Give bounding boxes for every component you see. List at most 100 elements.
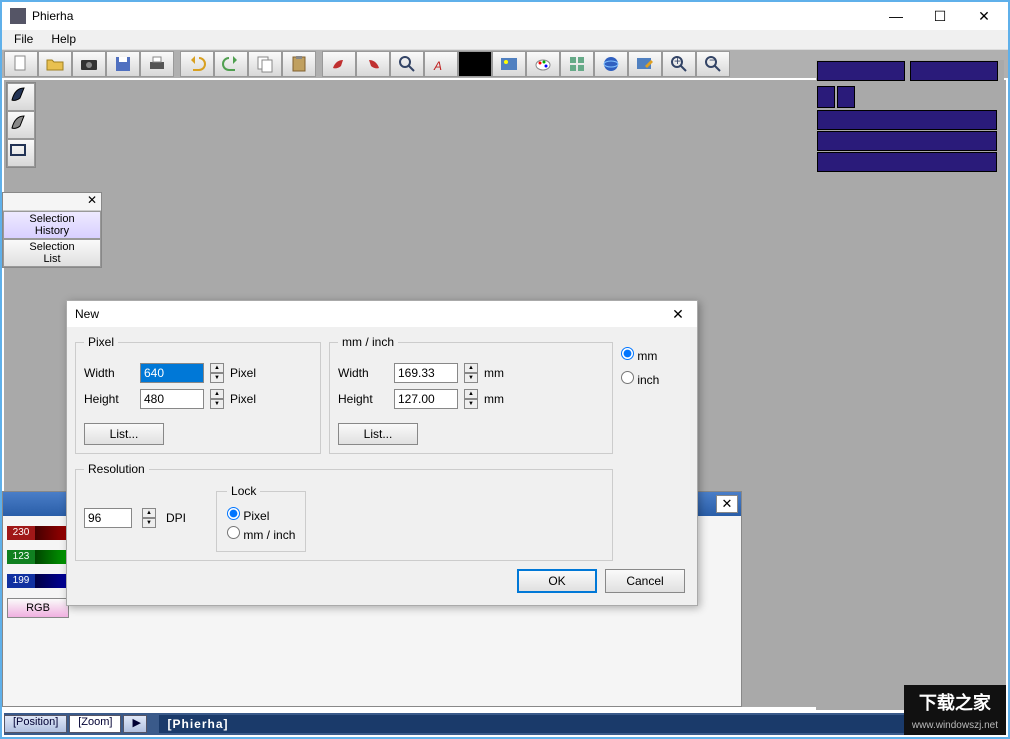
globe-button[interactable]	[594, 51, 628, 77]
pixel-legend: Pixel	[84, 335, 118, 349]
width-px-input[interactable]	[140, 363, 204, 383]
dpi-spinner[interactable]: ▲▼	[142, 508, 156, 528]
cancel-button[interactable]: Cancel	[605, 569, 685, 593]
close-icon[interactable]: ✕	[667, 306, 689, 323]
layer-block[interactable]	[817, 131, 997, 151]
width-label: Width	[84, 366, 134, 380]
layers-panel	[816, 60, 1004, 710]
layer-block[interactable]	[817, 86, 835, 108]
new-dialog: New ✕ Pixel Width ▲▼ Pixel Height ▲▼ Pix…	[66, 300, 698, 606]
dpi-input[interactable]	[84, 508, 132, 528]
unit-radio-group: mm inch	[621, 335, 701, 454]
width-label: Width	[338, 366, 388, 380]
minimize-button[interactable]: —	[874, 3, 918, 29]
statusbar: [Position] [Zoom] ▶ [Phierha]	[4, 713, 1006, 735]
height-px-spinner[interactable]: ▲▼	[210, 389, 224, 409]
selection-history-button[interactable]: Selection History	[3, 211, 101, 239]
height-px-input[interactable]	[140, 389, 204, 409]
watermark: 下载之家 www.windowszj.net	[904, 685, 1006, 735]
app-title: Phierha	[32, 9, 874, 23]
rectangle-tool[interactable]	[7, 139, 35, 167]
zoom-tool-button[interactable]	[390, 51, 424, 77]
close-icon[interactable]: ✕	[716, 495, 738, 513]
layer-block[interactable]	[817, 110, 997, 130]
grid-button[interactable]	[560, 51, 594, 77]
mm-fieldset: mm / inch Width ▲▼ mm Height ▲▼ mm List.…	[329, 335, 613, 454]
pixel-list-button[interactable]: List...	[84, 423, 164, 445]
height-mm-spinner[interactable]: ▲▼	[464, 389, 478, 409]
redo-button[interactable]	[214, 51, 248, 77]
svg-text:+: +	[674, 54, 681, 68]
menu-file[interactable]: File	[6, 30, 41, 49]
height-mm-input[interactable]	[394, 389, 458, 409]
selection-panel: ✕ Selection History Selection List	[2, 192, 102, 268]
close-button[interactable]: ✕	[962, 3, 1006, 29]
mm-unit: mm	[484, 366, 518, 380]
open-file-button[interactable]	[38, 51, 72, 77]
height-label: Height	[84, 392, 134, 406]
px-unit: Pixel	[230, 392, 264, 406]
resolution-legend: Resolution	[84, 462, 149, 476]
palette-button[interactable]	[526, 51, 560, 77]
status-zoom[interactable]: [Zoom]	[69, 715, 121, 733]
px-unit: Pixel	[230, 366, 264, 380]
dpi-label: DPI	[166, 511, 186, 525]
print-button[interactable]	[140, 51, 174, 77]
maximize-button[interactable]: ☐	[918, 3, 962, 29]
mm-legend: mm / inch	[338, 335, 398, 349]
tool-palette	[6, 82, 36, 168]
g-value: 123	[7, 550, 35, 564]
menubar: File Help	[2, 30, 1008, 50]
lock-fieldset: Lock Pixel mm / inch	[216, 484, 306, 552]
camera-button[interactable]	[72, 51, 106, 77]
close-icon[interactable]: ✕	[87, 193, 97, 207]
zoom-out-button[interactable]: −	[696, 51, 730, 77]
resolution-fieldset: Resolution ▲▼ DPI Lock Pixel mm / inch	[75, 462, 613, 561]
play-icon[interactable]: ▶	[123, 715, 147, 733]
lock-legend: Lock	[227, 484, 260, 498]
new-file-button[interactable]	[4, 51, 38, 77]
width-px-spinner[interactable]: ▲▼	[210, 363, 224, 383]
edit-image-button[interactable]	[628, 51, 662, 77]
color-swatch-button[interactable]	[458, 51, 492, 77]
mm-list-button[interactable]: List...	[338, 423, 418, 445]
main-window: Phierha — ☐ ✕ File Help A + −	[0, 0, 1010, 739]
rgb-mode-button[interactable]: RGB	[7, 598, 69, 618]
svg-text:A: A	[433, 59, 442, 73]
image-button[interactable]	[492, 51, 526, 77]
copy-button[interactable]	[248, 51, 282, 77]
layer-block[interactable]	[817, 152, 997, 172]
lock-mm-radio[interactable]: mm / inch	[227, 526, 295, 542]
layer-block[interactable]	[910, 61, 998, 81]
layer-block[interactable]	[837, 86, 855, 108]
titlebar[interactable]: Phierha — ☐ ✕	[2, 2, 1008, 30]
width-mm-input[interactable]	[394, 363, 458, 383]
text-button[interactable]: A	[424, 51, 458, 77]
zoom-in-button[interactable]: +	[662, 51, 696, 77]
selection-list-button[interactable]: Selection List	[3, 239, 101, 267]
paint-left-button[interactable]	[322, 51, 356, 77]
layer-block[interactable]	[817, 61, 905, 81]
pixel-fieldset: Pixel Width ▲▼ Pixel Height ▲▼ Pixel Lis…	[75, 335, 321, 454]
status-title: [Phierha]	[159, 715, 1006, 733]
save-button[interactable]	[106, 51, 140, 77]
status-position[interactable]: [Position]	[4, 715, 67, 733]
paint-right-button[interactable]	[356, 51, 390, 77]
paste-button[interactable]	[282, 51, 316, 77]
width-mm-spinner[interactable]: ▲▼	[464, 363, 478, 383]
app-icon	[10, 8, 26, 24]
dialog-title: New	[75, 307, 667, 321]
r-value: 230	[7, 526, 35, 540]
unit-mm-radio[interactable]: mm	[621, 347, 701, 363]
b-value: 199	[7, 574, 35, 588]
unit-inch-radio[interactable]: inch	[621, 371, 701, 387]
menu-help[interactable]: Help	[43, 30, 84, 49]
mm-unit: mm	[484, 392, 518, 406]
height-label: Height	[338, 392, 388, 406]
ok-button[interactable]: OK	[517, 569, 597, 593]
dialog-titlebar[interactable]: New ✕	[67, 301, 697, 327]
pen-tool[interactable]	[7, 83, 35, 111]
lock-pixel-radio[interactable]: Pixel	[227, 507, 295, 523]
undo-button[interactable]	[180, 51, 214, 77]
brush-tool[interactable]	[7, 111, 35, 139]
